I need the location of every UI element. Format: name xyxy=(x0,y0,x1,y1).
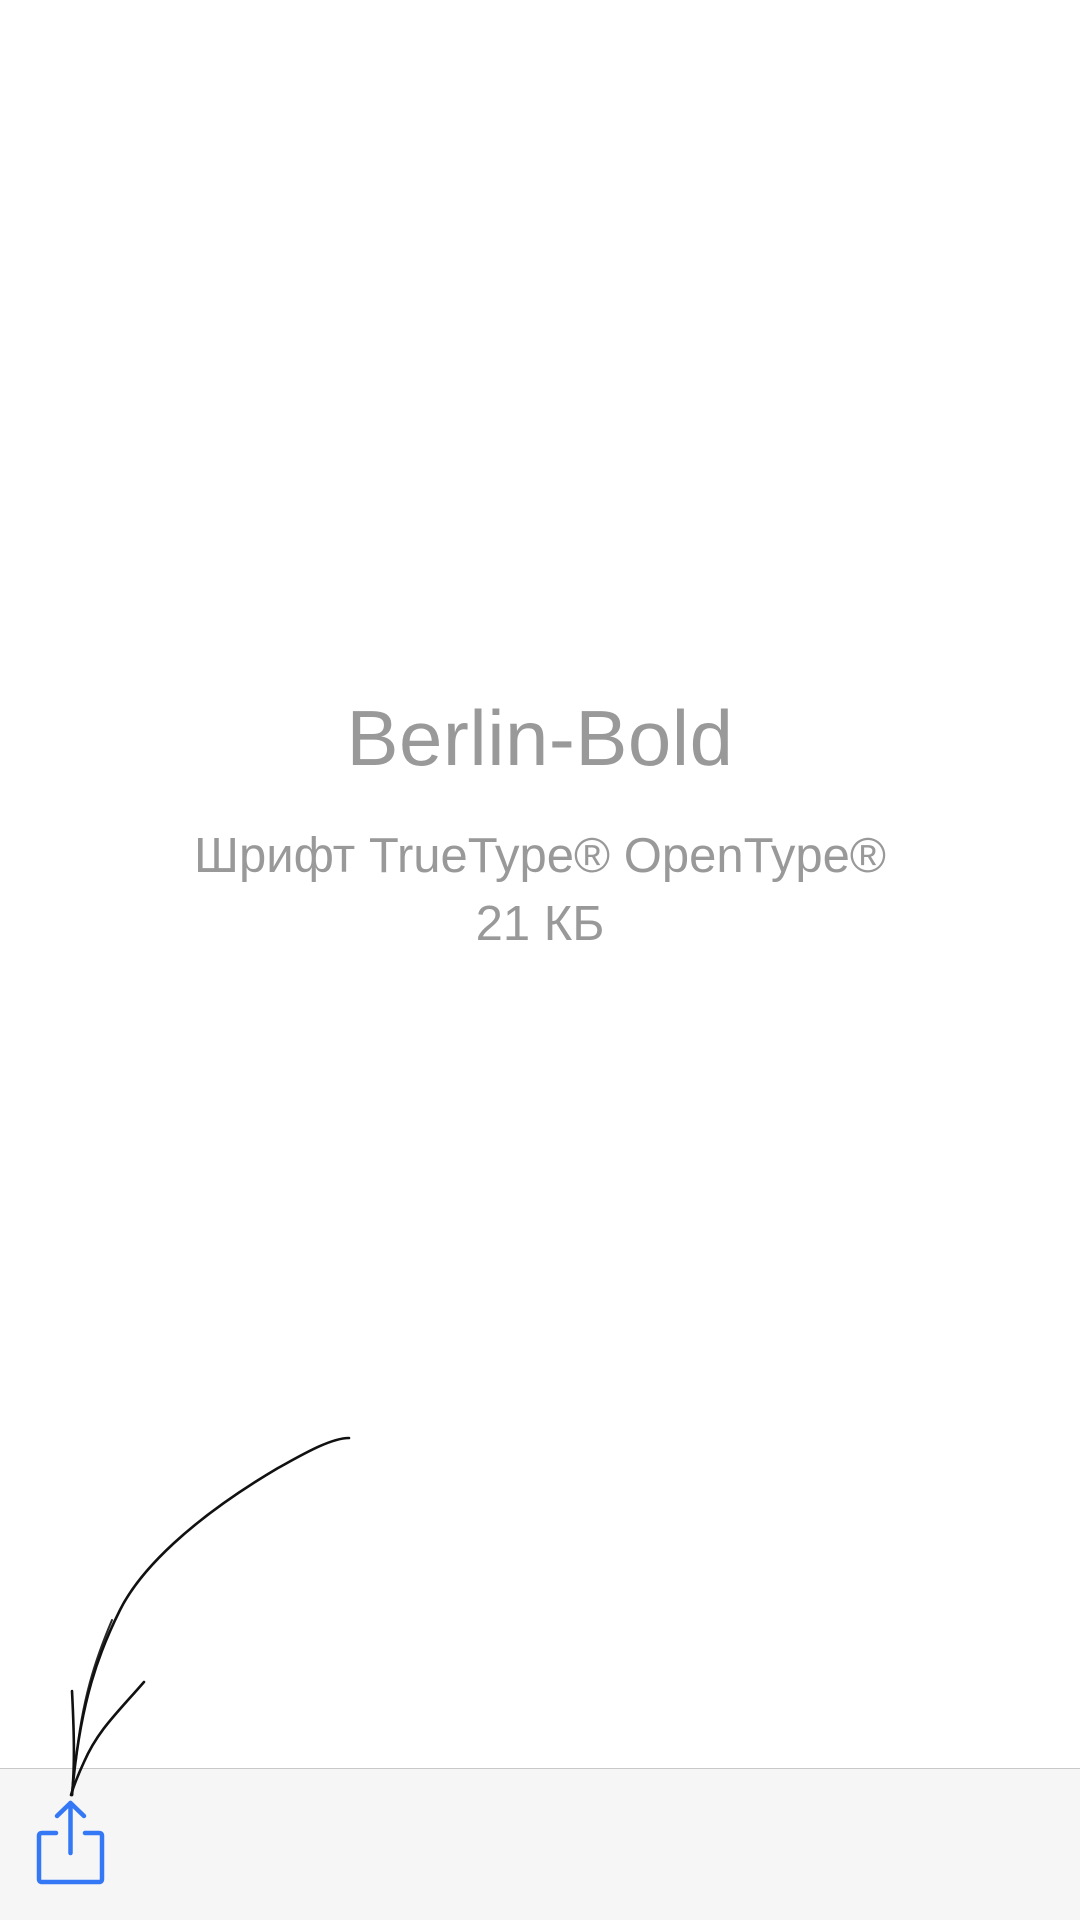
file-name: Berlin-Bold xyxy=(346,694,734,782)
share-icon xyxy=(36,1800,105,1885)
bottom-toolbar xyxy=(0,1768,1080,1920)
file-type: Шрифт TrueType® OpenType® xyxy=(194,829,886,883)
share-button[interactable] xyxy=(30,1799,112,1889)
file-size: 21 КБ xyxy=(475,897,605,951)
file-info: Berlin-Bold Шрифт TrueType® OpenType® 21… xyxy=(0,690,1080,958)
preview-area: Berlin-Bold Шрифт TrueType® OpenType® 21… xyxy=(0,0,1080,1768)
